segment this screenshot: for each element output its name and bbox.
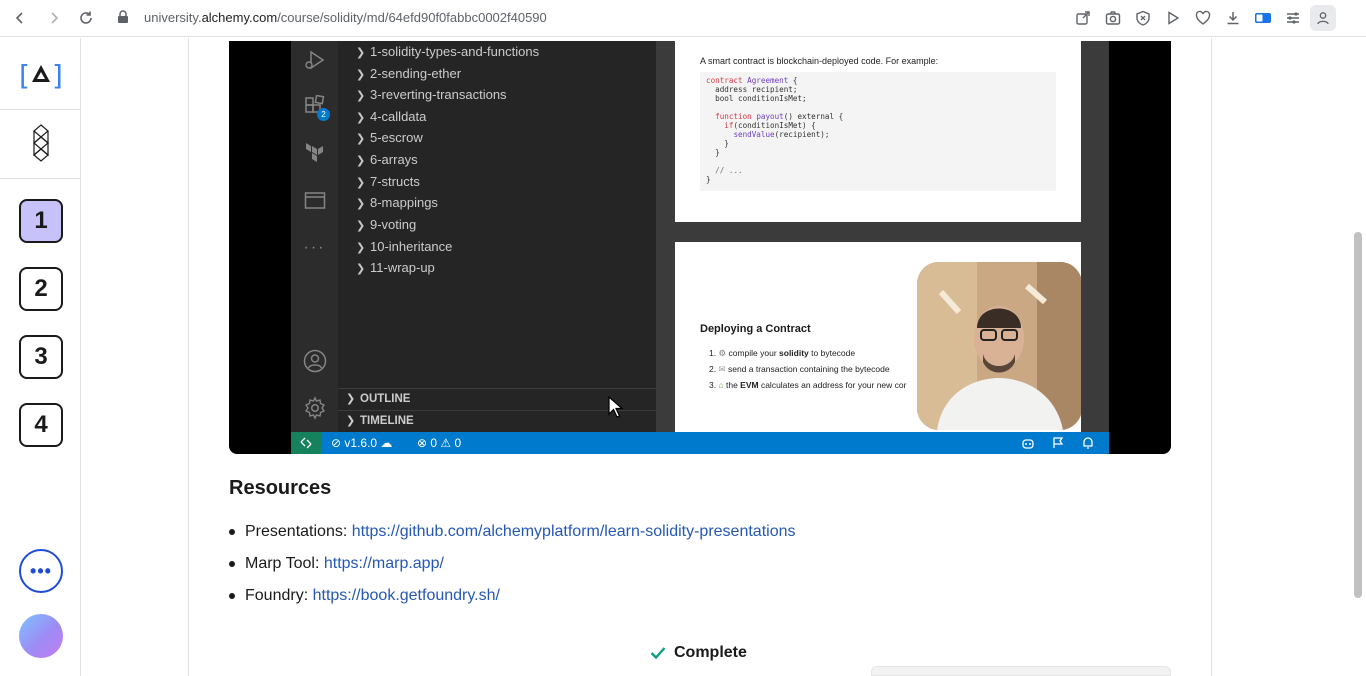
folder-item: ❯ 10-inheritance (356, 239, 453, 254)
folder-item: ❯ 2-sending-ether (356, 66, 462, 81)
back-arrow-icon (15, 12, 23, 24)
person-icon (1317, 12, 1329, 25)
next-card[interactable] (871, 666, 1171, 676)
url-subdomain: university. (144, 10, 202, 25)
remote-icon (291, 432, 321, 454)
reload-button[interactable] (74, 6, 98, 30)
complete-label: Complete (674, 644, 747, 661)
terraform-icon (302, 141, 327, 166)
house-icon: ⌂ (718, 380, 724, 390)
play-icon[interactable] (1163, 8, 1183, 28)
folder-item: ❯ 6-arrays (356, 152, 418, 167)
folder-item: ❯ 9-voting (356, 217, 417, 232)
forward-button[interactable] (42, 6, 66, 30)
account-icon (302, 348, 327, 373)
run-debug-icon (302, 47, 327, 72)
folder-item: ❯ 3-reverting-transactions (356, 87, 507, 102)
url-domain: alchemy.com (201, 10, 278, 25)
alchemy-logo[interactable]: [ ] (19, 58, 63, 92)
marp-link[interactable]: https://marp.app/ (324, 555, 444, 572)
extension-toggle-icon[interactable] (1253, 8, 1273, 28)
foundry-link[interactable]: https://book.getfoundry.sh/ (313, 587, 500, 604)
slide-title: Deploying a Contract (700, 323, 811, 335)
remote-explorer-icon (302, 188, 327, 213)
shield-icon[interactable] (1133, 8, 1153, 28)
resource-item: Foundry: https://book.getfoundry.sh/ (229, 580, 796, 612)
scrollbar-thumb[interactable] (1354, 232, 1362, 598)
lock-icon[interactable] (117, 10, 129, 29)
folder-item: ❯ 5-escrow (356, 130, 423, 145)
ellipsis-icon: ··· (303, 238, 326, 256)
step-1-button[interactable]: 1 (19, 199, 63, 243)
forward-arrow-icon (51, 12, 59, 24)
back-button[interactable] (8, 6, 32, 30)
code-block: contract Agreement { address recipient; … (700, 72, 1056, 191)
complete-button[interactable]: Complete (650, 644, 747, 662)
slide-preview: A smart contract is blockchain-deployed … (656, 41, 1109, 432)
more-options-button[interactable]: ••• (19, 549, 63, 593)
vscode-explorer: ❯ 1-solidity-types-and-functions ❯ 2-sendi… (338, 41, 656, 432)
envelope-icon: ✉ (718, 364, 726, 374)
profile-button[interactable] (1310, 5, 1336, 31)
step-4-button[interactable]: 4 (19, 403, 63, 447)
webcam-overlay (917, 262, 1081, 430)
course-sidebar: [ ] 1 2 3 4 ••• (0, 38, 81, 676)
video-player[interactable]: 2 ··· ❯ 1-solidity-types-and-functions ❯ 2… (229, 41, 1171, 454)
mouse-cursor-icon (608, 396, 624, 418)
share-icon[interactable] (1073, 8, 1093, 28)
download-icon[interactable] (1223, 8, 1243, 28)
vscode-status-bar: ⊘ v1.6.0 ☁ ⊗ 0 ⚠ 0 (291, 432, 1109, 454)
feedback-icon (1053, 437, 1064, 448)
user-avatar[interactable] (19, 614, 63, 658)
slide-step: 3. ⌂ the EVM calculates an address for y… (709, 380, 907, 390)
folder-item: ❯ 7-structs (356, 174, 420, 189)
resources-heading: Resources (229, 477, 332, 499)
vscode-activity-bar: 2 ··· (291, 41, 338, 432)
copilot-icon (1022, 439, 1034, 449)
reload-icon (80, 11, 92, 24)
rail-divider (0, 109, 80, 110)
svg-text:]: ] (52, 59, 63, 92)
url-path: /course/solidity/md/64efd90f0fabbc0002f4… (277, 10, 547, 25)
gear-icon: ⚙ (718, 348, 727, 358)
folder-item: ❯ 4-calldata (356, 109, 427, 124)
address-bar[interactable]: university.alchemy.com/course/solidity/m… (144, 10, 547, 25)
version-status: ⊘ v1.6.0 ☁ (331, 436, 393, 450)
folder-item: ❯ 11-wrap-up (356, 260, 435, 275)
slide-text: A smart contract is blockchain-deployed … (700, 56, 939, 66)
browser-toolbar: university.alchemy.com/course/solidity/m… (0, 0, 1366, 37)
rail-divider (0, 178, 80, 179)
slide-steps: 1. ⚙ compile your solidity to bytecode 2… (709, 345, 906, 393)
presentations-link[interactable]: https://github.com/alchemyplatform/learn… (352, 523, 796, 540)
heart-icon[interactable] (1193, 8, 1213, 28)
slide-smart-contract: A smart contract is blockchain-deployed … (675, 41, 1081, 222)
svg-text:[: [ (19, 59, 30, 92)
step-2-button[interactable]: 2 (19, 267, 63, 311)
slide-deploying-contract: Deploying a Contract 1. ⚙ compile your s… (675, 242, 1081, 432)
resource-item: Marp Tool: https://marp.app/ (229, 548, 796, 580)
course-map-icon[interactable] (27, 124, 55, 167)
bell-icon (1083, 437, 1093, 449)
extensions-icon: 2 (302, 94, 330, 121)
problems-status: ⊗ 0 ⚠ 0 (417, 436, 462, 450)
menu-lines-icon[interactable] (1283, 8, 1303, 28)
camera-icon[interactable] (1103, 8, 1123, 28)
slide-step: 2. ✉ send a transaction containing the b… (709, 364, 890, 374)
resource-item: Presentations: https://github.com/alchem… (229, 516, 796, 548)
slide-step: 1. ⚙ compile your solidity to bytecode (709, 348, 856, 358)
folder-item: ❯ 1-solidity-types-and-functions (356, 44, 540, 59)
folder-item: ❯ 8-mappings (356, 195, 438, 210)
resources-list: Presentations: https://github.com/alchem… (229, 516, 796, 612)
checkmark-icon (650, 647, 666, 660)
vscode-screen: 2 ··· ❯ 1-solidity-types-and-functions ❯ 2… (291, 41, 1109, 454)
extensions-badge: 2 (317, 108, 330, 121)
settings-gear-icon (302, 395, 327, 420)
step-3-button[interactable]: 3 (19, 335, 63, 379)
